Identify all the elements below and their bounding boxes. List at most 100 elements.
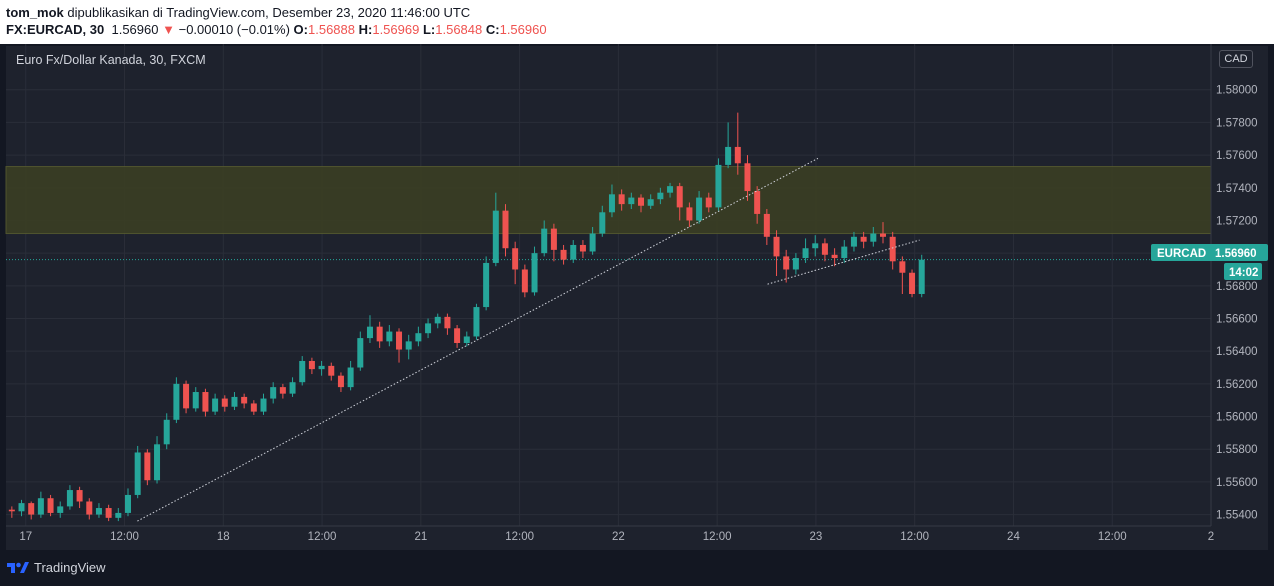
candle-body	[696, 197, 703, 221]
candle-body	[502, 210, 509, 249]
candle-body	[647, 199, 654, 206]
candle-body	[376, 326, 383, 342]
candle-body	[638, 197, 645, 206]
candle-body	[686, 207, 693, 221]
y-tick-label: 1.55600	[1216, 477, 1258, 489]
candle-body	[763, 213, 770, 237]
candle-body	[250, 403, 257, 412]
price-axis[interactable]: 1.580001.578001.576001.574001.572001.570…	[1216, 85, 1258, 522]
candle-body	[308, 360, 315, 370]
candle-body	[425, 323, 432, 334]
candle-body	[792, 258, 799, 270]
candle-body	[850, 236, 857, 247]
footer	[0, 552, 1274, 586]
y-tick-label: 1.56600	[1216, 313, 1258, 325]
price-chart[interactable]: 1.580001.578001.576001.574001.572001.570…	[0, 0, 1274, 586]
candle-body	[279, 387, 286, 394]
candle-body	[357, 338, 364, 368]
countdown-tag: 14:02	[1224, 263, 1262, 280]
grid	[6, 44, 1212, 526]
x-tick-label: 24	[1007, 531, 1020, 543]
candle-body	[337, 375, 344, 388]
candle-body	[802, 248, 809, 259]
candle-body	[405, 341, 412, 350]
supply-zone	[5, 166, 1212, 235]
candle-body	[386, 331, 393, 342]
candle-body	[396, 331, 403, 350]
candle-body	[618, 194, 625, 205]
y-tick-label: 1.56800	[1216, 281, 1258, 293]
candle-body	[744, 163, 751, 192]
candle-body	[541, 228, 548, 254]
tradingview-logo-icon[interactable]	[6, 559, 30, 575]
candle-body	[154, 444, 161, 481]
candle-body	[821, 243, 828, 255]
candle-body	[589, 233, 596, 252]
candle-body	[783, 256, 790, 270]
candle-body	[8, 509, 15, 512]
candle-body	[521, 269, 528, 293]
y-tick-label: 1.55800	[1216, 444, 1258, 456]
candle-body	[37, 498, 44, 515]
footer-brand[interactable]: TradingView	[34, 560, 106, 575]
candle-body	[415, 333, 422, 342]
candle-body	[860, 236, 867, 242]
candle-body	[434, 316, 441, 324]
candle-body	[28, 503, 35, 515]
y-tick-label: 1.55400	[1216, 510, 1258, 522]
x-tick-label: 17	[19, 531, 32, 543]
y-tick-label: 1.57800	[1216, 117, 1258, 129]
candle-body	[560, 249, 567, 260]
x-tick-label: 21	[414, 531, 427, 543]
time-axis[interactable]: 17 12:00 18 12:00 21 12:00 22 12:00 23 12:00 24 12:…	[19, 531, 1214, 543]
candle-body	[492, 210, 499, 263]
candle-body	[715, 164, 722, 208]
candle-body	[831, 254, 838, 259]
y-tick-label: 1.58000	[1216, 85, 1258, 97]
candle-body	[105, 508, 112, 518]
candle-body	[579, 244, 586, 252]
symbol-tag: EURCAD	[1157, 248, 1206, 260]
candle-body	[812, 243, 819, 249]
candle-body	[144, 452, 151, 481]
candle-body	[889, 236, 896, 262]
x-tick-label: 23	[810, 531, 823, 543]
candle-body	[328, 365, 335, 376]
x-tick-label: 18	[217, 531, 230, 543]
candle-body	[299, 360, 306, 383]
x-tick-label: 2	[1208, 531, 1214, 543]
x-tick-label: 12:00	[505, 531, 534, 543]
price-tag: 1.56960	[1215, 248, 1257, 260]
candle-body	[183, 383, 190, 409]
y-tick-label: 1.56400	[1216, 346, 1258, 358]
candle-body	[657, 192, 664, 200]
candle-body	[628, 197, 635, 205]
candle-body	[454, 328, 461, 344]
candle-body	[18, 503, 25, 512]
symbol-price-tag: EURCAD 1.56960	[1151, 244, 1268, 261]
candle-body	[773, 236, 780, 257]
candle-body	[608, 194, 615, 213]
candle-body	[754, 191, 761, 214]
currency-badge[interactable]: CAD	[1219, 50, 1253, 68]
candle-body	[86, 501, 93, 515]
candle-body	[899, 261, 906, 273]
x-tick-label: 12:00	[1098, 531, 1127, 543]
candle-body	[473, 307, 480, 337]
x-tick-label: 12:00	[900, 531, 929, 543]
candle-body	[918, 259, 925, 294]
candle-body	[192, 392, 199, 409]
candle-body	[512, 248, 519, 270]
candle-body	[66, 490, 73, 507]
candle-body	[47, 498, 54, 513]
candle-body	[260, 398, 267, 412]
candle-body	[115, 512, 122, 518]
candle-body	[705, 197, 712, 208]
candle-body	[270, 387, 277, 399]
candle-body	[221, 398, 228, 407]
candle-body	[483, 262, 490, 308]
candle-body	[841, 246, 848, 259]
candle-body	[95, 508, 102, 515]
candle-body	[212, 398, 219, 412]
candle-body	[879, 233, 886, 237]
